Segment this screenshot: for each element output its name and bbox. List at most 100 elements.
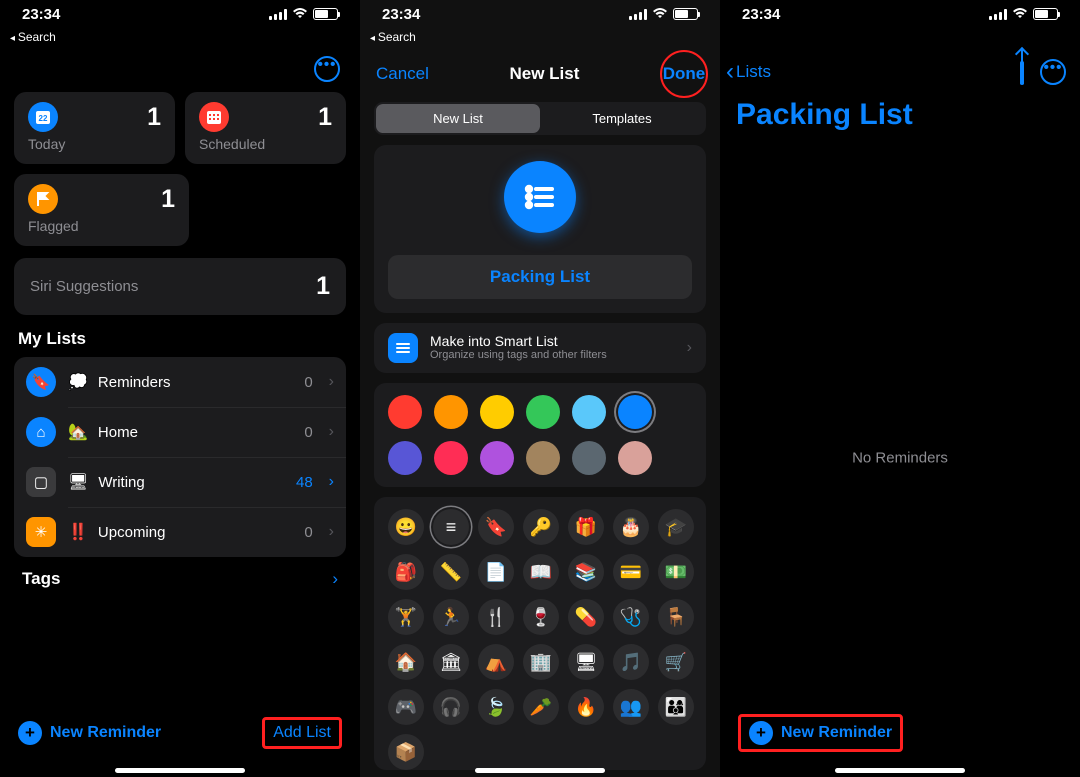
today-label: Today (28, 136, 161, 152)
flagged-tile[interactable]: 1 Flagged (14, 174, 189, 246)
icon-option[interactable]: ≡ (433, 509, 469, 545)
color-swatch[interactable] (480, 441, 514, 475)
smart-list-subtitle: Organize using tags and other filters (430, 349, 607, 362)
icon-option[interactable]: 👥 (613, 689, 649, 725)
icon-option[interactable]: 📖 (523, 554, 559, 590)
list-name: Home (98, 424, 292, 441)
icon-option[interactable]: 🔑 (523, 509, 559, 545)
list-row[interactable]: 🔖💭Reminders0› (14, 357, 346, 407)
chevron-right-icon: › (329, 373, 334, 391)
color-swatch[interactable] (618, 395, 652, 429)
list-row[interactable]: ▢🖥Writing48› (14, 457, 346, 507)
color-swatch[interactable] (572, 395, 606, 429)
color-swatch[interactable] (434, 441, 468, 475)
back-to-search[interactable]: Search (360, 28, 720, 50)
icon-option[interactable]: 🎓 (658, 509, 694, 545)
status-bar: 23:34 (0, 0, 360, 28)
status-time: 23:34 (22, 6, 60, 23)
list-row[interactable]: ✳‼️Upcoming0› (14, 507, 346, 557)
icon-option[interactable]: 📚 (568, 554, 604, 590)
highlight-done: Done (660, 50, 708, 98)
icon-option[interactable]: 🖥 (568, 644, 604, 680)
more-button[interactable]: ••• (1040, 59, 1066, 85)
more-button[interactable]: ••• (314, 56, 340, 82)
icon-option[interactable]: 🍃 (478, 689, 514, 725)
list-name: Writing (98, 474, 284, 491)
new-reminder-label: New Reminder (50, 724, 161, 742)
chevron-right-icon: › (329, 423, 334, 441)
icon-option[interactable]: 🎧 (433, 689, 469, 725)
color-swatch[interactable] (526, 395, 560, 429)
icon-option[interactable]: 📦 (388, 734, 424, 770)
home-indicator[interactable] (475, 768, 605, 773)
color-swatch[interactable] (480, 395, 514, 429)
new-reminder-button[interactable]: + New Reminder (18, 721, 161, 745)
icon-option[interactable]: 🏋 (388, 599, 424, 635)
add-list-button[interactable]: Add List (273, 724, 331, 741)
icon-option[interactable]: 🎮 (388, 689, 424, 725)
icon-option[interactable]: ⛺ (478, 644, 514, 680)
icon-option[interactable]: 💊 (568, 599, 604, 635)
list-row[interactable]: ⌂🏡Home0› (14, 407, 346, 457)
icon-option[interactable]: 🛒 (658, 644, 694, 680)
icon-option[interactable]: 🥕 (523, 689, 559, 725)
icon-option[interactable]: 🍷 (523, 599, 559, 635)
icon-option[interactable]: 🏠 (388, 644, 424, 680)
wifi-icon (1012, 6, 1028, 22)
new-list-sheet: 23:34 Search Cancel New List Done New Li… (360, 0, 720, 777)
icon-option[interactable]: 😀 (388, 509, 424, 545)
icon-option[interactable]: 🍴 (478, 599, 514, 635)
siri-suggestions-tile[interactable]: Siri Suggestions 1 (14, 258, 346, 315)
list-icon: ⌂ (26, 417, 56, 447)
icon-option[interactable]: 🎁 (568, 509, 604, 545)
home-indicator[interactable] (835, 768, 965, 773)
done-button[interactable]: Done (663, 64, 706, 84)
icon-option[interactable]: 🩺 (613, 599, 649, 635)
share-button[interactable] (1020, 61, 1024, 84)
today-count: 1 (147, 103, 161, 132)
icon-option[interactable]: 🪑 (658, 599, 694, 635)
scheduled-tile[interactable]: 1 Scheduled (185, 92, 346, 164)
segmented-control[interactable]: New List Templates (374, 102, 706, 135)
today-tile[interactable]: 22 1 Today (14, 92, 175, 164)
share-icon (1020, 61, 1024, 85)
icon-option[interactable]: 🎵 (613, 644, 649, 680)
icon-option[interactable]: 💳 (613, 554, 649, 590)
icon-option[interactable]: 📄 (478, 554, 514, 590)
tags-label: Tags (22, 569, 60, 589)
color-swatch[interactable] (572, 441, 606, 475)
back-to-search[interactable]: Search (0, 28, 360, 50)
wifi-icon (292, 6, 308, 22)
list-count: 48 (296, 474, 313, 491)
segment-new-list[interactable]: New List (376, 104, 540, 133)
scheduled-count: 1 (318, 103, 332, 132)
icon-option[interactable]: 🎂 (613, 509, 649, 545)
icon-option[interactable]: 🏛 (433, 644, 469, 680)
color-swatch[interactable] (388, 441, 422, 475)
new-reminder-button[interactable]: + New Reminder (749, 721, 892, 745)
icon-option[interactable]: 📏 (433, 554, 469, 590)
cancel-button[interactable]: Cancel (376, 64, 429, 84)
icon-option[interactable]: 💵 (658, 554, 694, 590)
icon-option[interactable]: 🔥 (568, 689, 604, 725)
icon-option[interactable]: 🏃 (433, 599, 469, 635)
smart-list-option[interactable]: Make into Smart List Organize using tags… (374, 323, 706, 373)
icon-option[interactable]: 🏢 (523, 644, 559, 680)
list-preview-card: Packing List (374, 145, 706, 313)
back-to-lists-button[interactable]: ‹ Lists (726, 58, 771, 86)
home-indicator[interactable] (115, 768, 245, 773)
color-swatch[interactable] (434, 395, 468, 429)
color-swatch[interactable] (618, 441, 652, 475)
wifi-icon (652, 6, 668, 22)
list-name-input[interactable]: Packing List (388, 255, 692, 299)
icon-option[interactable]: 🔖 (478, 509, 514, 545)
icon-option[interactable]: 🎒 (388, 554, 424, 590)
flagged-count: 1 (161, 185, 175, 214)
list-name: Upcoming (98, 524, 292, 541)
icon-option[interactable]: 👨‍👩‍👦 (658, 689, 694, 725)
tags-header-row[interactable]: Tags › (14, 557, 346, 589)
segment-templates[interactable]: Templates (540, 104, 704, 133)
cellular-icon (629, 9, 647, 20)
color-swatch[interactable] (526, 441, 560, 475)
color-swatch[interactable] (388, 395, 422, 429)
